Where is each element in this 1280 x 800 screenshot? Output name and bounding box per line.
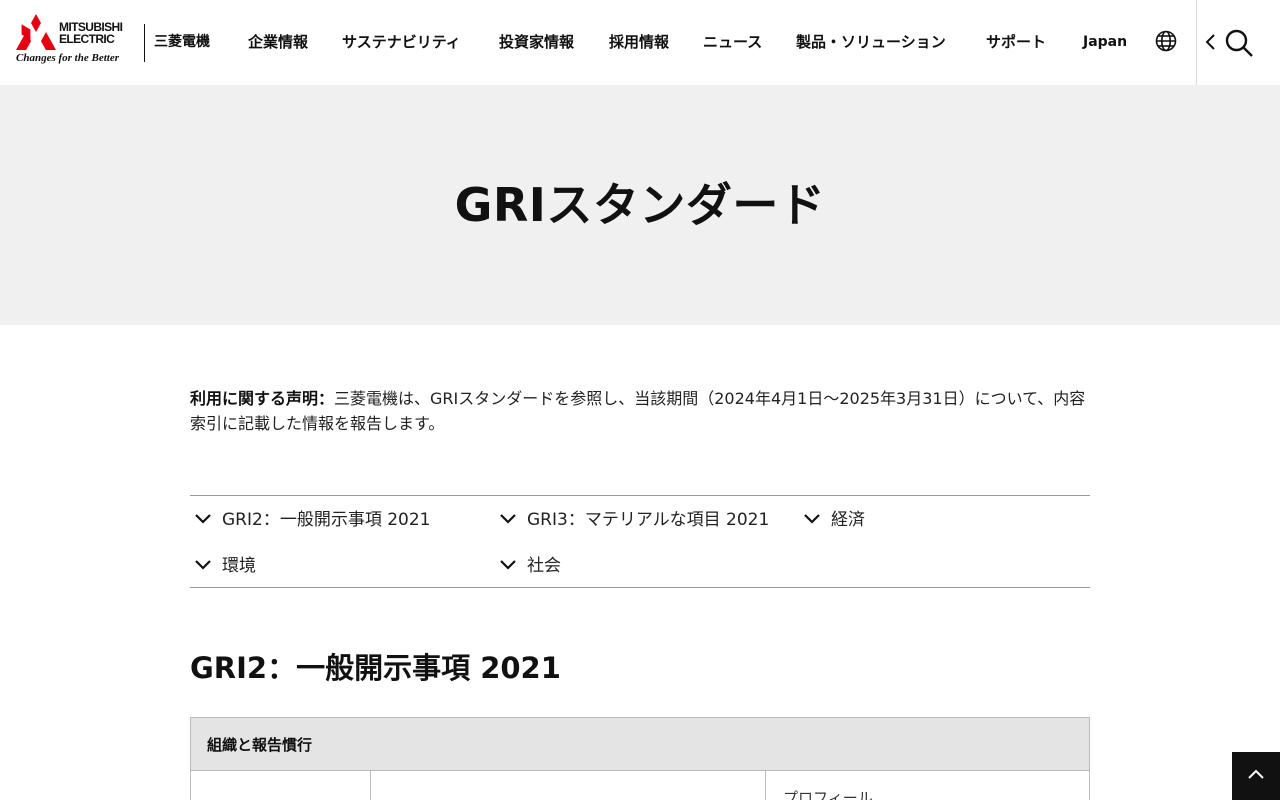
- logo-wordmark: MITSUBISHI ELECTRIC: [59, 20, 123, 46]
- three-diamonds-icon: [16, 14, 56, 50]
- table-group-header: 組織と報告慣行: [191, 718, 1089, 771]
- region-selector[interactable]: Japan: [1083, 32, 1127, 52]
- table-column-divider: [370, 771, 371, 800]
- nav-item-careers[interactable]: 採用情報: [609, 32, 669, 52]
- chevron-down-icon: [804, 514, 820, 524]
- nav-item-support[interactable]: サポート: [986, 32, 1046, 52]
- gri-index-table: 組織と報告慣行 プロフィール: [190, 717, 1090, 800]
- back-to-top-button[interactable]: [1232, 752, 1280, 800]
- logo-divider: [144, 24, 145, 62]
- nav-item-corporate[interactable]: 企業情報: [248, 32, 308, 52]
- nav-item-investors[interactable]: 投資家情報: [499, 32, 574, 52]
- table-group-label: 組織と報告慣行: [207, 736, 313, 754]
- chevron-down-icon: [500, 560, 516, 570]
- page-hero: GRIスタンダード: [0, 85, 1280, 325]
- chevron-down-icon: [195, 560, 211, 570]
- section-heading-gri2: GRI2：一般開示事項 2021: [190, 651, 561, 685]
- chevron-left-icon[interactable]: [1204, 33, 1216, 51]
- page-title: GRIスタンダード: [454, 178, 826, 232]
- usage-statement: 利用に関する声明：三菱電機は、GRIスタンダードを参照し、当該期間（2024年4…: [190, 386, 1090, 436]
- chevron-down-icon: [195, 514, 211, 524]
- anchor-link-economic[interactable]: 経済: [803, 509, 865, 531]
- anchor-link-gri2[interactable]: GRI2：一般開示事項 2021: [194, 509, 430, 531]
- nav-item-sustainability[interactable]: サステナビリティ: [342, 32, 461, 52]
- chevron-up-icon: [1248, 769, 1264, 779]
- nav-item-products[interactable]: 製品・ソリューション: [796, 32, 946, 52]
- logo-tagline: Changes for the Better: [16, 52, 119, 64]
- nav-item-news[interactable]: ニュース: [703, 32, 762, 52]
- anchor-nav: GRI2：一般開示事項 2021 GRI3：マテリアルな項目 2021 経済 環…: [190, 495, 1090, 588]
- statement-lead: 利用に関する声明：: [190, 389, 335, 408]
- anchor-link-social[interactable]: 社会: [499, 555, 561, 577]
- globe-icon[interactable]: [1155, 30, 1177, 52]
- table-cell: プロフィール: [783, 789, 873, 800]
- company-name[interactable]: 三菱電機: [154, 33, 210, 51]
- search-icon[interactable]: [1224, 28, 1254, 58]
- chevron-down-icon: [500, 514, 516, 524]
- site-header: MITSUBISHI ELECTRIC Changes for the Bett…: [0, 0, 1280, 85]
- utility-divider: [1196, 0, 1197, 85]
- table-column-divider: [765, 771, 766, 800]
- anchor-link-environment[interactable]: 環境: [194, 555, 256, 577]
- mitsubishi-electric-logo[interactable]: MITSUBISHI ELECTRIC Changes for the Bett…: [16, 14, 144, 66]
- anchor-link-gri3[interactable]: GRI3：マテリアルな項目 2021: [499, 509, 769, 531]
